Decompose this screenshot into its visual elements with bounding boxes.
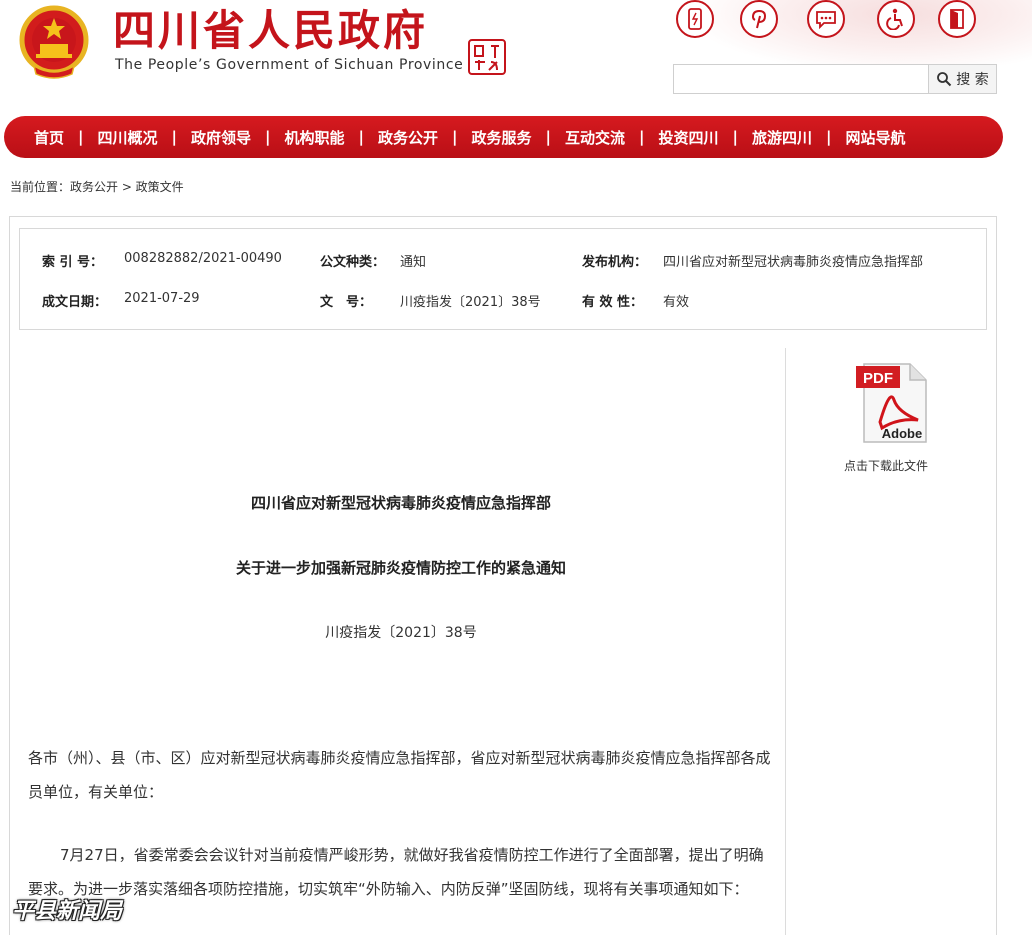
index-label: 索 引 号： [42,255,104,270]
document-number: 川疫指发〔2021〕38号 [325,625,477,641]
pdf-file-icon: PDF Adobe [856,363,927,443]
main-nav: 首页 | 四川概况 | 政府领导 | 机构职能 | 政务公开 | 政务服务 | … [4,116,1003,158]
china-sichuan-seal-icon [468,39,506,75]
exit-icon[interactable] [938,0,976,38]
nav-separator: | [171,128,177,146]
nav-separator: | [732,128,738,146]
doc-type-label: 公文种类： [320,255,386,270]
nav-item-tourism[interactable]: 旅游四川 [752,127,812,148]
nav-separator: | [78,128,84,146]
search-input[interactable] [673,64,929,94]
nav-item-functions[interactable]: 机构职能 [285,127,345,148]
mobile-icon[interactable] [676,0,714,38]
nav-item-interaction[interactable]: 互动交流 [565,127,625,148]
nav-separator: | [265,128,271,146]
search-button-label: 搜 索 [956,72,989,88]
date-value: 2021-07-29 [124,291,200,306]
nav-item-leaders[interactable]: 政府领导 [191,127,251,148]
document-issuer-title: 四川省应对新型冠状病毒肺炎疫情应急指挥部 [250,494,551,512]
nav-separator: | [545,128,551,146]
search-icon [937,72,952,87]
nav-item-home[interactable]: 首页 [34,127,64,148]
nav-separator: | [639,128,645,146]
document-title: 关于进一步加强新冠肺炎疫情防控工作的紧急通知 [235,559,566,577]
document-paragraph: 7月27日，省委常委会会议针对当前疫情严峻形势，就做好我省疫情防控工作进行了全面… [28,846,764,898]
date-label: 成文日期： [42,295,108,310]
national-emblem-icon [19,5,89,79]
pdf-download-link[interactable]: PDF Adobe [838,360,938,448]
nav-item-overview[interactable]: 四川概况 [98,127,158,148]
nav-item-invest[interactable]: 投资四川 [659,127,719,148]
site-subtitle: The People’s Government of Sichuan Provi… [115,57,464,73]
search-button[interactable]: 搜 索 [929,64,997,94]
pinterest-icon[interactable] [740,0,778,38]
breadcrumb[interactable]: 当前位置：政务公开 > 政策文件 [10,178,184,195]
nav-separator: | [826,128,832,146]
doc-number-label: 文 号： [320,295,373,310]
validity-label: 有 效 性： [582,295,644,310]
nav-item-sitemap[interactable]: 网站导航 [846,127,906,148]
doc-number-value: 川疫指发〔2021〕38号 [400,295,541,310]
nav-item-services[interactable]: 政务服务 [472,127,532,148]
issuer-label: 发布机构： [582,255,648,270]
watermark: 平县新闻局 [12,899,123,924]
nav-item-open-affairs[interactable]: 政务公开 [378,127,438,148]
site-title[interactable]: 四川省人民政府 [113,6,428,56]
document-metadata: 索 引 号： 008282882/2021-00490 公文种类： 通知 发布机… [19,228,987,330]
accessibility-icon[interactable] [877,0,915,38]
content-divider [785,348,786,935]
index-value: 008282882/2021-00490 [124,251,282,266]
nav-separator: | [358,128,364,146]
doc-type-value: 通知 [400,255,427,270]
site-header: 四川省人民政府 The People’s Government of Sichu… [0,0,1032,112]
nav-separator: | [452,128,458,146]
pdf-badge-text: PDF [863,370,893,387]
download-file-link[interactable]: 点击下载此文件 [820,457,952,474]
issuer-value: 四川省应对新型冠状病毒肺炎疫情应急指挥部 [663,255,924,270]
adobe-brand-text: Adobe [882,426,922,441]
validity-value: 有效 [663,295,690,310]
chat-icon[interactable] [807,0,845,38]
document-salutation: 各市（州）、县（市、区）应对新型冠状病毒肺炎疫情应急指挥部，省应对新型冠状病毒肺… [28,749,771,801]
